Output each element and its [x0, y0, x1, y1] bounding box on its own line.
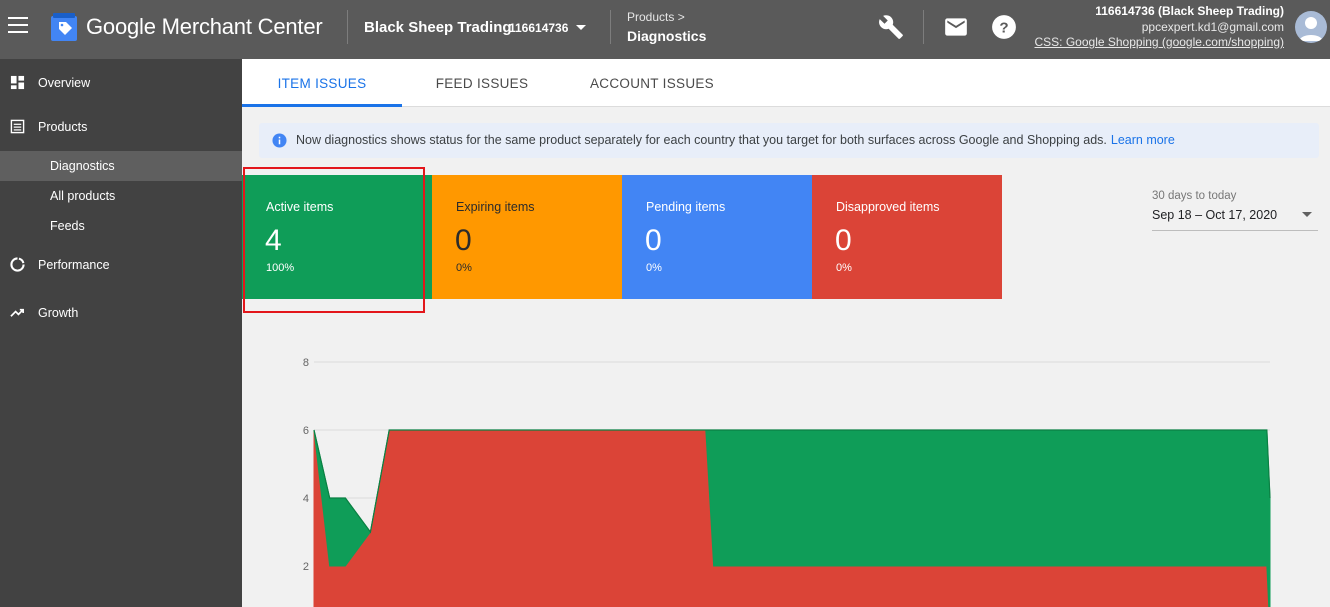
pending-items-card[interactable]: Pending items 0 0%: [622, 175, 812, 299]
sidebar-item-label: Performance: [38, 258, 110, 272]
card-value: 0: [835, 224, 852, 257]
tab-account-issues[interactable]: ACCOUNT ISSUES: [562, 59, 742, 107]
y-tick-label: 6: [303, 425, 309, 437]
card-percent: 0%: [836, 262, 852, 274]
overview-icon: [10, 75, 25, 90]
chevron-down-icon[interactable]: [576, 25, 586, 30]
app-title[interactable]: Google Merchant Center: [86, 14, 323, 40]
banner-message: Now diagnostics shows status for the sam…: [296, 133, 1175, 147]
account-name[interactable]: Black Sheep Trading: [364, 19, 512, 36]
css-link[interactable]: CSS: Google Shopping (google.com/shoppin…: [1035, 35, 1285, 49]
sidebar-item-all-products[interactable]: All products: [0, 181, 242, 211]
banner-text: Now diagnostics shows status for the sam…: [296, 133, 1107, 147]
sidebar-item-performance[interactable]: Performance: [0, 250, 242, 280]
info-icon: [272, 133, 287, 148]
card-value: 0: [645, 224, 662, 257]
sidebar-item-label: Growth: [38, 306, 79, 320]
card-percent: 0%: [646, 262, 662, 274]
y-tick-label: 8: [303, 357, 309, 369]
sidebar-item-products[interactable]: Products: [0, 112, 242, 142]
sidebar-item-diagnostics[interactable]: Diagnostics: [0, 151, 242, 181]
sidebar-item-growth[interactable]: Growth: [0, 298, 242, 328]
divider: [923, 10, 924, 44]
sidebar-item-feeds[interactable]: Feeds: [0, 211, 242, 241]
svg-text:?: ?: [999, 19, 1008, 36]
mail-icon[interactable]: [943, 14, 969, 40]
sidebar-item-label: All products: [50, 189, 116, 203]
growth-icon: [10, 308, 24, 317]
top-app-bar: Google Merchant Center Black Sheep Tradi…: [0, 0, 1330, 59]
user-icon: [1299, 17, 1323, 41]
tab-item-issues[interactable]: ITEM ISSUES: [242, 59, 402, 107]
info-banner: Now diagnostics shows status for the sam…: [259, 123, 1319, 158]
expiring-items-card[interactable]: Expiring items 0 0%: [432, 175, 622, 299]
disapproved-items-card[interactable]: Disapproved items 0 0%: [812, 175, 1002, 299]
card-value: 0: [455, 224, 472, 257]
merchant-center-logo-icon: [51, 13, 77, 41]
account-id[interactable]: 116614736: [509, 21, 568, 35]
card-label: Expiring items: [456, 200, 535, 214]
help-icon[interactable]: ?: [991, 14, 1017, 40]
wrench-icon[interactable]: [878, 14, 904, 40]
menu-icon[interactable]: [8, 17, 28, 33]
sidebar-item-label: Diagnostics: [50, 159, 115, 173]
chevron-down-icon[interactable]: [1302, 212, 1312, 217]
breadcrumb-parent[interactable]: Products >: [627, 10, 685, 24]
account-email: ppcexpert.kd1@gmail.com: [1141, 20, 1284, 34]
account-display-name: 116614736 (Black Sheep Trading): [1095, 4, 1284, 18]
date-range-hint: 30 days to today: [1152, 190, 1237, 202]
item-status-chart: 8 6 4 2: [303, 357, 1271, 607]
learn-more-link[interactable]: Learn more: [1111, 133, 1175, 147]
avatar[interactable]: [1295, 11, 1327, 43]
sidebar-item-overview[interactable]: Overview: [0, 68, 242, 98]
tab-feed-issues[interactable]: FEED ISSUES: [402, 59, 562, 107]
card-label: Disapproved items: [836, 200, 940, 214]
sidebar-item-label: Feeds: [50, 219, 85, 233]
products-icon: [10, 119, 25, 134]
sidebar-item-label: Overview: [38, 76, 91, 90]
performance-icon: [10, 257, 25, 272]
divider: [610, 10, 611, 44]
tab-bar: ITEM ISSUES FEED ISSUES ACCOUNT ISSUES: [242, 59, 1330, 107]
highlight-annotation: [243, 167, 425, 313]
y-tick-label: 2: [303, 561, 309, 573]
y-tick-label: 4: [303, 493, 309, 505]
sidebar-item-label: Products: [38, 120, 88, 134]
card-percent: 0%: [456, 262, 472, 274]
page-title: Diagnostics: [627, 28, 707, 44]
divider: [347, 10, 348, 44]
card-label: Pending items: [646, 200, 726, 214]
date-range-picker[interactable]: Sep 18 – Oct 17, 2020: [1152, 208, 1318, 231]
sidebar: Overview Products Diagnostics All produc…: [0, 59, 242, 607]
